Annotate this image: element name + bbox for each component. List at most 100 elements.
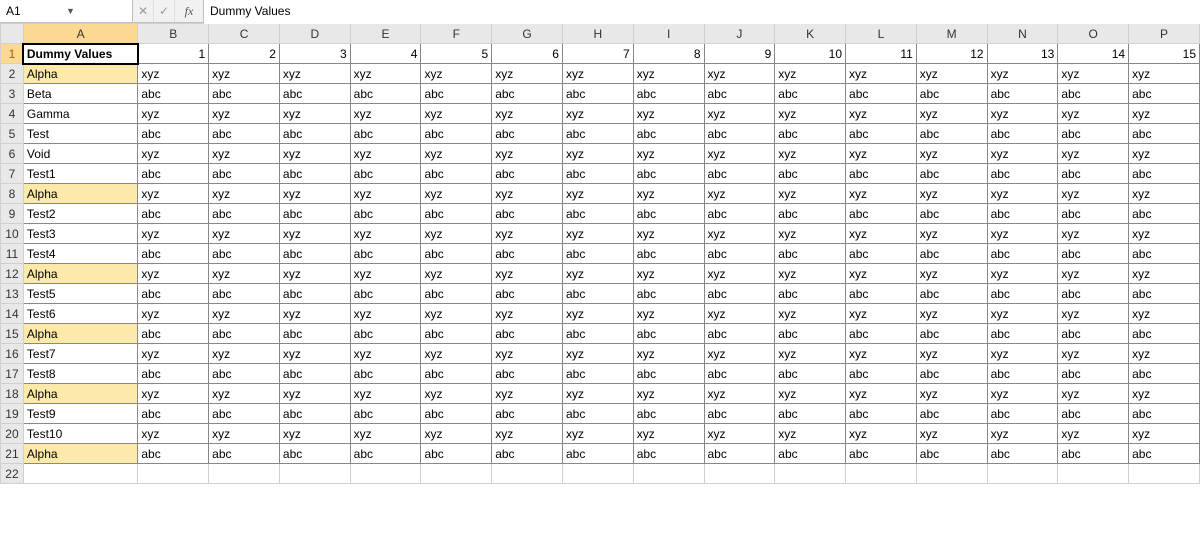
cell-F17[interactable]: abc [421,364,492,384]
cell-F2[interactable]: xyz [421,64,492,84]
cell-C10[interactable]: xyz [209,224,280,244]
row-header-17[interactable]: 17 [1,364,24,384]
cell-F12[interactable]: xyz [421,264,492,284]
cell-A11[interactable]: Test4 [23,244,137,264]
cell-D1[interactable]: 3 [279,44,350,64]
cell-G22[interactable] [492,464,563,484]
cell-I5[interactable]: abc [633,124,704,144]
cell-C3[interactable]: abc [209,84,280,104]
cell-D16[interactable]: xyz [279,344,350,364]
cell-H6[interactable]: xyz [562,144,633,164]
cell-G9[interactable]: abc [492,204,563,224]
cell-G20[interactable]: xyz [492,424,563,444]
cell-F16[interactable]: xyz [421,344,492,364]
cell-M16[interactable]: xyz [916,344,987,364]
cell-H12[interactable]: xyz [562,264,633,284]
cell-A18[interactable]: Alpha [23,384,137,404]
cell-N19[interactable]: abc [987,404,1058,424]
cell-K16[interactable]: xyz [775,344,846,364]
cell-F13[interactable]: abc [421,284,492,304]
cell-O11[interactable]: abc [1058,244,1129,264]
cell-I3[interactable]: abc [633,84,704,104]
cell-F18[interactable]: xyz [421,384,492,404]
formula-input[interactable]: Dummy Values [204,0,1200,24]
cell-E22[interactable] [350,464,421,484]
column-header-P[interactable]: P [1129,24,1200,44]
cell-K11[interactable]: abc [775,244,846,264]
cell-E21[interactable]: abc [350,444,421,464]
cell-J15[interactable]: abc [704,324,775,344]
cell-L14[interactable]: xyz [846,304,917,324]
cell-C11[interactable]: abc [209,244,280,264]
cell-M21[interactable]: abc [916,444,987,464]
row-header-4[interactable]: 4 [1,104,24,124]
cell-E8[interactable]: xyz [350,184,421,204]
cell-M17[interactable]: abc [916,364,987,384]
cell-B14[interactable]: xyz [138,304,209,324]
select-all-corner[interactable] [1,24,24,44]
cell-F21[interactable]: abc [421,444,492,464]
cell-J14[interactable]: xyz [704,304,775,324]
cell-L1[interactable]: 11 [846,44,917,64]
cell-M13[interactable]: abc [916,284,987,304]
cell-B16[interactable]: xyz [138,344,209,364]
cell-D8[interactable]: xyz [279,184,350,204]
cell-K18[interactable]: xyz [775,384,846,404]
cell-L2[interactable]: xyz [846,64,917,84]
column-header-C[interactable]: C [209,24,280,44]
column-header-A[interactable]: A [23,24,137,44]
cell-K2[interactable]: xyz [775,64,846,84]
cell-N11[interactable]: abc [987,244,1058,264]
cell-O8[interactable]: xyz [1058,184,1129,204]
cell-G3[interactable]: abc [492,84,563,104]
cell-I6[interactable]: xyz [633,144,704,164]
cell-B4[interactable]: xyz [138,104,209,124]
cell-N21[interactable]: abc [987,444,1058,464]
cell-F10[interactable]: xyz [421,224,492,244]
cell-K13[interactable]: abc [775,284,846,304]
cell-H8[interactable]: xyz [562,184,633,204]
cell-P16[interactable]: xyz [1129,344,1200,364]
cell-P21[interactable]: abc [1129,444,1200,464]
cell-J6[interactable]: xyz [704,144,775,164]
cell-G14[interactable]: xyz [492,304,563,324]
cell-I16[interactable]: xyz [633,344,704,364]
cell-H11[interactable]: abc [562,244,633,264]
cell-O13[interactable]: abc [1058,284,1129,304]
cell-M10[interactable]: xyz [916,224,987,244]
cell-G2[interactable]: xyz [492,64,563,84]
cell-O14[interactable]: xyz [1058,304,1129,324]
cell-C6[interactable]: xyz [209,144,280,164]
cell-K22[interactable] [775,464,846,484]
row-header-7[interactable]: 7 [1,164,24,184]
cell-H9[interactable]: abc [562,204,633,224]
cell-L13[interactable]: abc [846,284,917,304]
cell-P15[interactable]: abc [1129,324,1200,344]
cell-N6[interactable]: xyz [987,144,1058,164]
cell-D4[interactable]: xyz [279,104,350,124]
cell-M18[interactable]: xyz [916,384,987,404]
cell-F7[interactable]: abc [421,164,492,184]
cell-J10[interactable]: xyz [704,224,775,244]
cell-L10[interactable]: xyz [846,224,917,244]
cell-O6[interactable]: xyz [1058,144,1129,164]
cell-I15[interactable]: abc [633,324,704,344]
cell-C7[interactable]: abc [209,164,280,184]
cell-N22[interactable] [987,464,1058,484]
cell-C5[interactable]: abc [209,124,280,144]
cell-K14[interactable]: xyz [775,304,846,324]
cell-A13[interactable]: Test5 [23,284,137,304]
cell-C8[interactable]: xyz [209,184,280,204]
column-header-H[interactable]: H [562,24,633,44]
column-header-B[interactable]: B [138,24,209,44]
cell-P18[interactable]: xyz [1129,384,1200,404]
column-header-F[interactable]: F [421,24,492,44]
cell-F9[interactable]: abc [421,204,492,224]
column-header-N[interactable]: N [987,24,1058,44]
cell-B21[interactable]: abc [138,444,209,464]
cell-E3[interactable]: abc [350,84,421,104]
cell-J9[interactable]: abc [704,204,775,224]
cell-F20[interactable]: xyz [421,424,492,444]
cell-D19[interactable]: abc [279,404,350,424]
row-header-11[interactable]: 11 [1,244,24,264]
